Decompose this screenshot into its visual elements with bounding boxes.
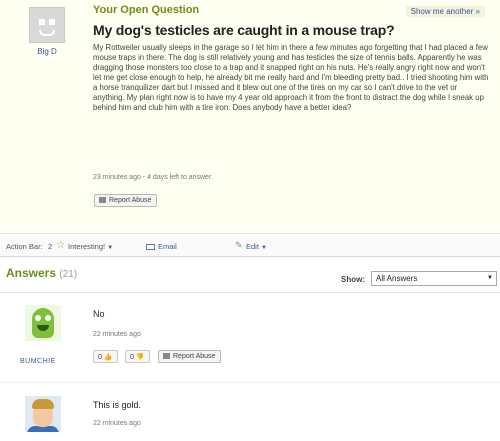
thumbs-down-count: 0	[130, 354, 134, 361]
answer-text: This is gold.	[93, 400, 142, 410]
avatar-mouth	[39, 30, 55, 36]
pencil-icon: ✎	[235, 240, 243, 250]
email-link[interactable]: Email	[158, 242, 177, 251]
thumbs-up-count: 0	[98, 354, 102, 361]
flag-icon	[163, 353, 170, 359]
thumbs-down-icon: 👎	[135, 354, 145, 361]
answer-report-abuse-button[interactable]: Report Abuse	[158, 350, 222, 363]
avatar-eye	[49, 19, 55, 25]
action-bar-label: Action Bar:	[6, 242, 43, 251]
answer-meta: 22 minutes ago	[93, 331, 141, 338]
answer-meta: 22 minutes ago	[93, 420, 141, 427]
monster-eye	[45, 315, 51, 321]
show-filter-select[interactable]: All Answers ▼	[371, 271, 497, 286]
thumbs-up-icon: 👍	[103, 354, 113, 361]
email-icon	[146, 244, 155, 250]
monster-mouth	[37, 325, 49, 331]
answer-user-name[interactable]: BUMCHIE	[20, 358, 56, 365]
interesting-count: 2	[48, 242, 53, 251]
interesting-button[interactable]: Interesting! ▼	[68, 242, 113, 251]
avatar-hair	[32, 399, 54, 409]
answers-title: Answers	[6, 266, 57, 280]
thumbs-down-button[interactable]: 0 👎	[125, 350, 150, 363]
show-filter-label: Show:	[341, 275, 365, 284]
flag-icon	[99, 197, 106, 203]
monster-avatar-icon	[32, 308, 54, 338]
chevron-down-icon: ▼	[107, 245, 114, 251]
asker-name[interactable]: Big D	[26, 47, 68, 56]
question-header: Your Open Question Show me another »	[93, 4, 493, 18]
asker-avatar[interactable]	[29, 7, 65, 43]
question-header-title: Your Open Question	[93, 4, 200, 16]
report-abuse-button[interactable]: Report Abuse	[94, 194, 158, 207]
interesting-label: Interesting!	[68, 242, 106, 251]
question-panel: Big D Your Open Question Show me another…	[0, 0, 500, 234]
edit-button[interactable]: Edit ▼	[246, 242, 267, 251]
answer-report-label: Report Abuse	[173, 353, 216, 360]
action-bar: Action Bar: 2 ☆ Interesting! ▼ Email ✎ E…	[0, 237, 500, 257]
answer-text: No	[93, 309, 105, 319]
question-meta: 23 minutes ago - 4 days left to answer.	[93, 174, 213, 181]
answer-avatar[interactable]	[25, 396, 61, 432]
avatar-eye	[39, 19, 45, 25]
chevron-down-icon: ▼	[261, 245, 267, 251]
chevron-down-icon: ▼	[487, 275, 493, 281]
report-abuse-label: Report Abuse	[109, 197, 152, 204]
answer-avatar[interactable]	[25, 305, 61, 341]
show-filter-value: All Answers	[376, 274, 418, 283]
show-another-link[interactable]: Show me another »	[405, 6, 485, 17]
question-title: My dog's testicles are caught in a mouse…	[93, 22, 395, 38]
monster-eye	[35, 315, 41, 321]
edit-label: Edit	[246, 242, 259, 251]
answers-count: (21)	[59, 269, 78, 280]
divider	[0, 292, 500, 293]
question-body: My Rottweiler usually sleeps in the gara…	[93, 43, 489, 112]
thumbs-up-button[interactable]: 0 👍	[93, 350, 118, 363]
divider	[0, 382, 500, 383]
asker: Big D	[26, 7, 68, 56]
answers-heading: Answers (21)	[6, 266, 77, 280]
star-icon[interactable]: ☆	[56, 240, 65, 251]
